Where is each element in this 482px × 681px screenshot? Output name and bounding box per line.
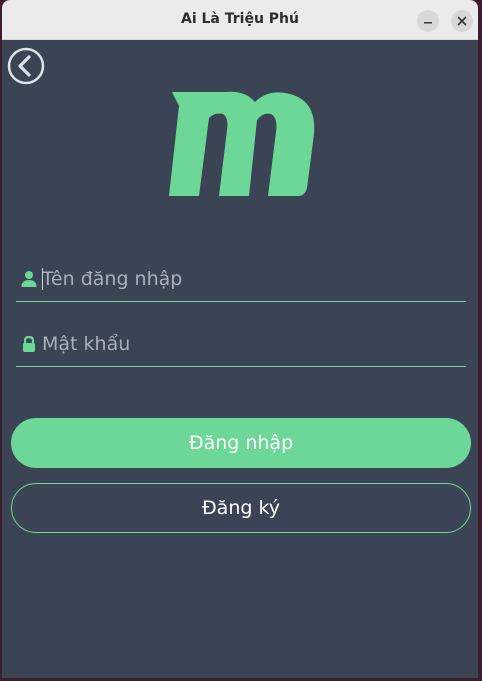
lock-icon: [23, 335, 35, 352]
window-title: Ai Là Triệu Phú: [181, 11, 299, 27]
login-button[interactable]: Đăng nhập: [11, 418, 471, 468]
app-window: Ai Là Triệu Phú Tên đăng nhập Đăng nhập …: [2, 0, 478, 678]
minimize-icon: [424, 22, 432, 24]
close-button[interactable]: [451, 10, 473, 32]
app-logo: [167, 90, 317, 200]
back-button[interactable]: [7, 47, 45, 85]
user-icon: [21, 271, 37, 287]
username-field: [16, 262, 466, 302]
login-button-label: Đăng nhập: [188, 432, 294, 454]
username-input[interactable]: [42, 262, 462, 296]
m-logo-icon: [169, 91, 315, 196]
register-button[interactable]: Đăng ký: [11, 483, 471, 533]
minimize-button[interactable]: [417, 10, 439, 32]
back-arrow-circle-icon: [7, 47, 45, 85]
password-input[interactable]: [42, 327, 462, 361]
title-bar: Ai Là Triệu Phú: [2, 0, 478, 40]
register-button-label: Đăng ký: [201, 497, 281, 519]
text-caret: [42, 268, 43, 290]
close-icon: [457, 16, 467, 26]
password-field: [16, 327, 466, 367]
